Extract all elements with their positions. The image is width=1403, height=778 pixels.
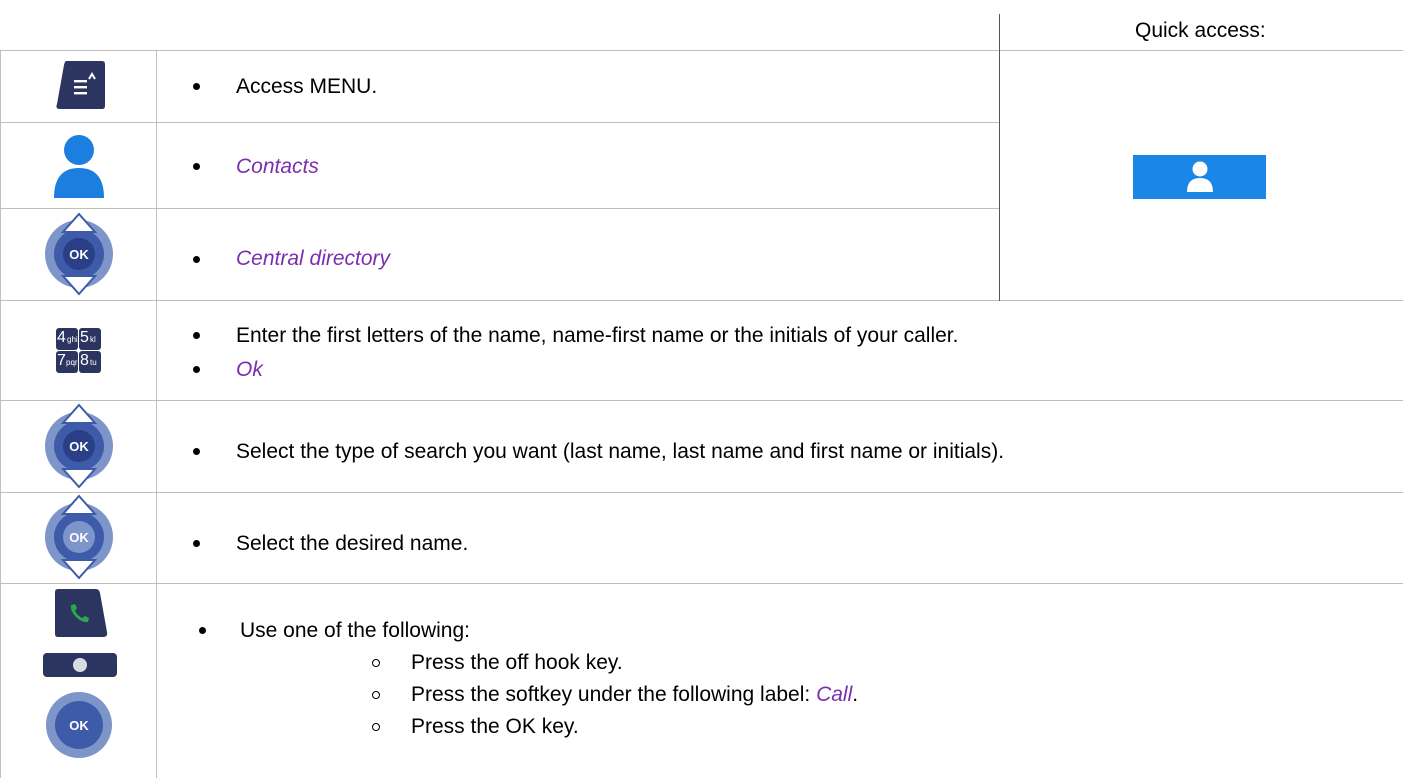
quick-access-divider	[999, 50, 1000, 301]
contacts-icon	[54, 135, 104, 198]
contacts-label: Contacts	[236, 155, 319, 178]
bullet	[193, 256, 200, 263]
keypad-icon: 4 ghi 5 kl 7 pqr 8 tu	[56, 328, 101, 374]
svg-text:OK: OK	[69, 530, 89, 545]
sub-bullet	[372, 723, 380, 731]
icon-column-left-border	[0, 50, 1, 778]
bullet	[193, 163, 200, 170]
bullet	[193, 366, 200, 373]
ok-navigator-icon: OK	[45, 494, 113, 580]
quick-access-title: Quick access:	[1135, 19, 1266, 42]
call-label: Call	[816, 683, 853, 706]
row-divider	[0, 300, 1403, 301]
quick-access-header-divider	[999, 14, 1000, 50]
offhook-key-icon	[55, 589, 108, 637]
central-directory-label: Central directory	[236, 247, 391, 270]
option-offhook-text: Press the off hook key.	[411, 651, 623, 674]
row-divider	[0, 122, 1000, 123]
ok-key-icon: OK	[46, 692, 112, 758]
use-one-of-following-text: Use one of the following:	[240, 619, 470, 642]
option-softkey-text: Press the softkey under the following la…	[411, 683, 859, 706]
row-divider	[0, 583, 1403, 584]
select-search-type-text: Select the type of search you want (last…	[236, 440, 1005, 463]
icon-column-divider	[156, 50, 157, 778]
bullet	[193, 83, 200, 90]
bullet	[199, 627, 206, 634]
row-divider	[0, 400, 1403, 401]
ok-label: Ok	[236, 358, 263, 381]
softkey-icon	[43, 653, 117, 677]
row-divider	[0, 492, 1403, 493]
bullet	[193, 332, 200, 339]
svg-text:OK: OK	[69, 439, 89, 454]
svg-text:OK: OK	[69, 718, 89, 733]
row-divider	[0, 50, 1403, 51]
contacts-icon	[1187, 161, 1213, 192]
row-divider	[0, 208, 1000, 209]
select-desired-name-text: Select the desired name.	[236, 532, 469, 555]
option-ok-key-text: Press the OK key.	[411, 715, 579, 738]
bullet	[193, 540, 200, 547]
quick-access-contacts-button[interactable]	[1133, 155, 1266, 199]
sub-bullet	[372, 691, 380, 699]
ok-navigator-icon: OK	[45, 403, 113, 489]
svg-text:OK: OK	[69, 247, 89, 262]
menu-key-icon	[56, 61, 105, 109]
sub-bullet	[372, 659, 380, 667]
bullet	[193, 448, 200, 455]
ok-navigator-icon: OK	[45, 212, 113, 296]
enter-letters-text: Enter the first letters of the name, nam…	[236, 324, 959, 347]
menu-step-text: Access MENU.	[236, 75, 378, 98]
